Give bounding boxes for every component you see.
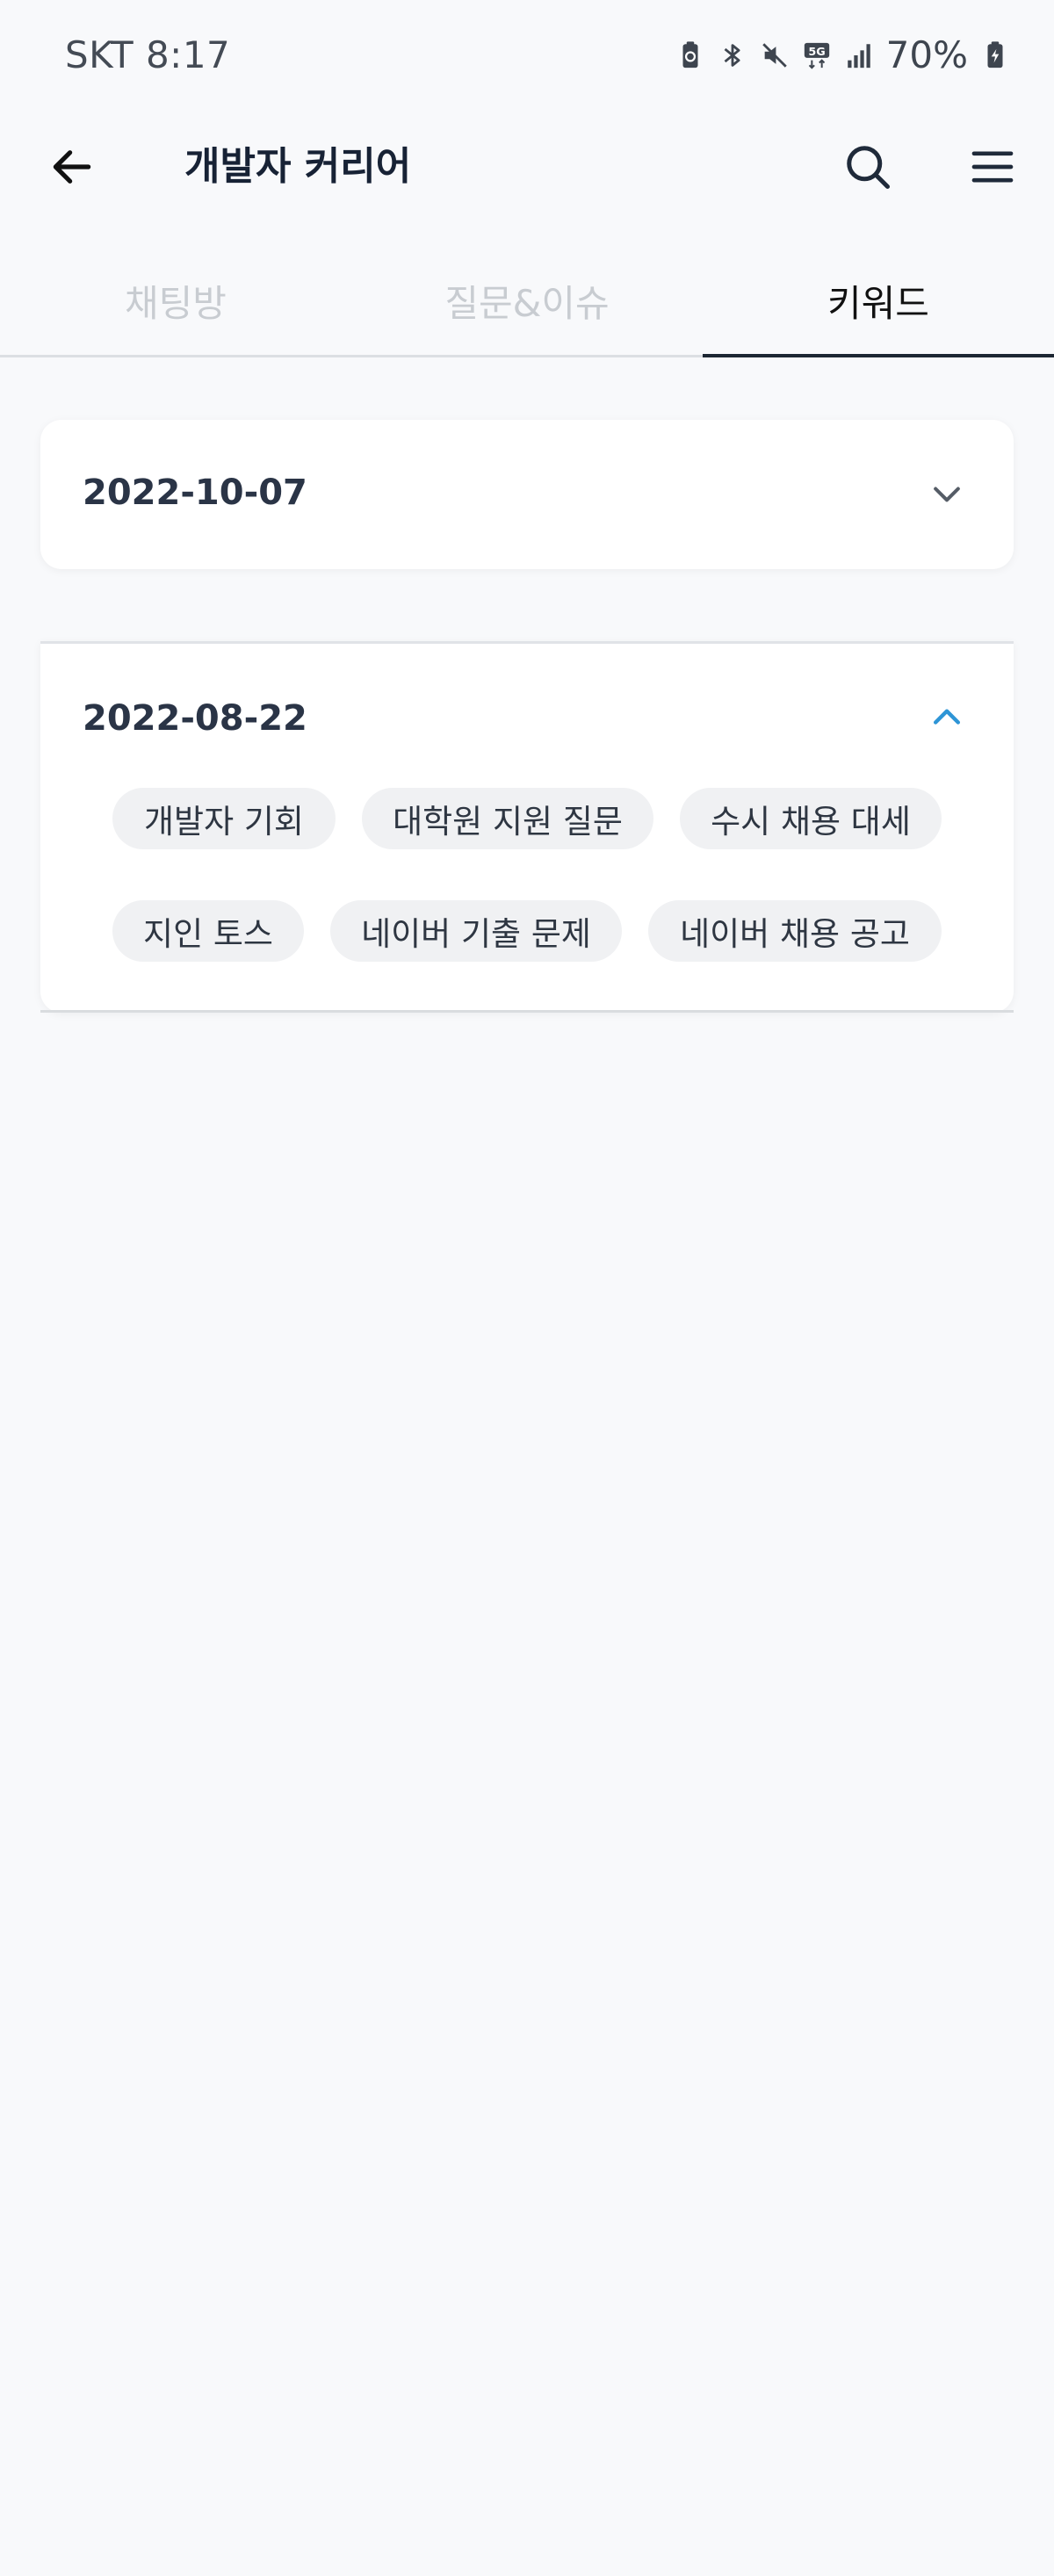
battery-saver-icon [675,40,705,70]
app-bar: 개발자 커리어 [0,114,1054,220]
chevron-down-icon [934,487,960,502]
keyword-chip[interactable]: 개발자 기회 [112,788,336,849]
signal-icon [844,40,874,70]
section-date: 2022-08-22 [83,698,307,739]
active-tab-indicator [703,354,1054,357]
menu-icon [971,151,1014,183]
search-icon [847,146,890,189]
battery-percent: 70% [885,33,968,76]
bluetooth-icon [718,40,747,70]
tab-keywords[interactable]: 키워드 [703,246,1054,355]
status-bar: SKT 8:17 5G 70% [0,0,1054,114]
keyword-section-expanded: 2022-08-22 개발자 기회 대학원 지원 질문 수시 채용 대세 지인 … [40,641,1014,1013]
keyword-chip[interactable]: 네이버 기출 문제 [330,900,622,962]
keyword-chip[interactable]: 지인 토스 [112,900,304,962]
keyword-chip[interactable]: 수시 채용 대세 [680,788,942,849]
back-button[interactable] [40,135,104,198]
section-divider [40,1010,1014,1013]
section-date: 2022-10-07 [83,473,307,513]
page: SKT 8:17 5G 70% 개발자 커리어 채팅방 질문&이슈 키워드 20… [0,0,1054,2576]
tab-questions-issues[interactable]: 질문&이슈 [351,246,703,355]
keyword-section-collapsed[interactable]: 2022-10-07 [40,420,1014,569]
menu-button[interactable] [959,133,1026,200]
collapse-toggle[interactable] [924,695,970,740]
tab-chatroom[interactable]: 채팅방 [0,246,351,355]
keyword-chip[interactable]: 네이버 채용 공고 [648,900,942,962]
chevron-up-icon [933,709,961,725]
tab-bar: 채팅방 질문&이슈 키워드 [0,246,1054,357]
svg-text:5G: 5G [808,46,825,59]
5g-icon: 5G [802,40,832,70]
search-button[interactable] [834,133,901,200]
keyword-chip[interactable]: 대학원 지원 질문 [362,788,653,849]
carrier-time: SKT 8:17 [65,33,231,76]
status-icons: 5G 70% [675,33,1010,76]
battery-charging-icon [980,40,1010,70]
back-arrow-icon [53,150,91,184]
page-title: 개발자 커리어 [184,144,412,189]
mute-icon [760,40,790,70]
expand-toggle[interactable] [924,471,970,516]
